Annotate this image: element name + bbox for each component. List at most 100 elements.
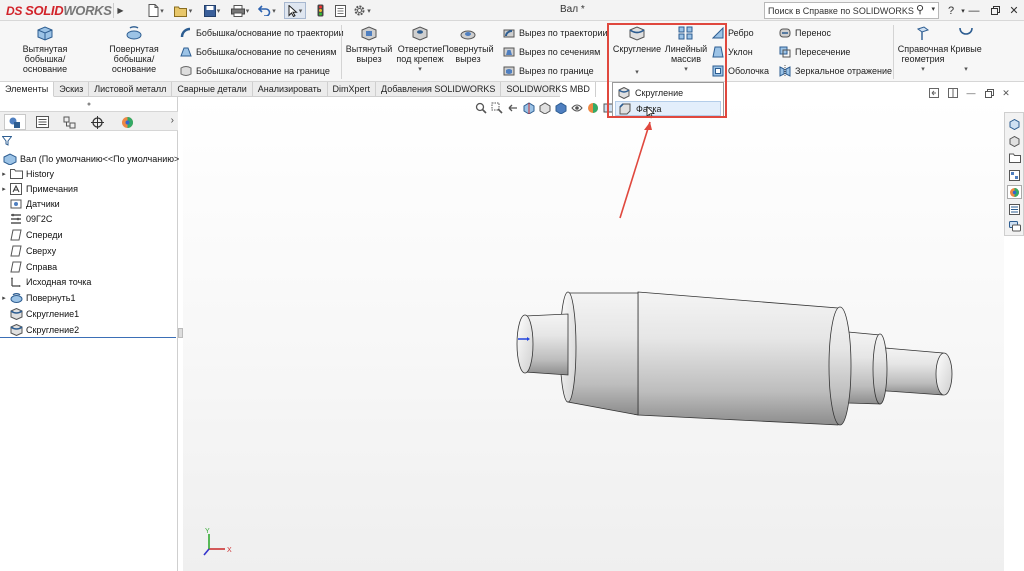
tree-filter[interactable] (2, 134, 176, 148)
tab-weldments[interactable]: Сварные детали (172, 82, 253, 97)
solidworks-logo[interactable]: DS SOLID WORKS (6, 2, 112, 19)
viewport-close-icon[interactable]: ✕ (1000, 87, 1012, 99)
tab-features[interactable]: Элементы (0, 82, 55, 97)
swept-cut-button[interactable]: Вырез по траектории (503, 27, 608, 39)
custom-properties-icon[interactable] (1007, 202, 1022, 216)
expand-arrow-icon[interactable]: ▸ (0, 170, 8, 178)
tree-item-history[interactable]: ▸ History (0, 166, 54, 181)
rollback-bar[interactable] (0, 337, 176, 338)
fillet-button[interactable]: Скругление ▾ (612, 24, 662, 78)
rebuild-traffic-light-icon[interactable] (314, 2, 326, 19)
tree-item-annotations[interactable]: ▸ Примечания (0, 181, 78, 196)
edit-appearance-icon[interactable] (586, 101, 599, 114)
viewport-restore-icon[interactable] (928, 87, 940, 99)
lofted-boss-button[interactable]: Бобышка/основание по сечениям (180, 46, 336, 58)
tab-solidworks-mbd[interactable]: SOLIDWORKS MBD (501, 82, 596, 97)
hole-wizard-chevron-icon[interactable]: ▾ (418, 65, 422, 75)
viewport-tile-icon[interactable] (947, 87, 959, 99)
tree-item-right-plane[interactable]: Справа (0, 259, 57, 274)
maximize-button[interactable] (987, 2, 1003, 19)
display-manager-tab-icon[interactable] (116, 114, 138, 130)
file-properties-icon[interactable] (332, 2, 348, 19)
open-document-button[interactable]: ▾ (172, 2, 194, 19)
filter-icon[interactable] (2, 136, 12, 146)
display-style-icon[interactable] (554, 101, 567, 114)
search-icon[interactable]: ⚲ (916, 3, 924, 16)
swept-boss-button[interactable]: Бобышка/основание по траектории (180, 27, 344, 39)
search-dropdown-chevron-icon[interactable]: ▾ (931, 5, 935, 13)
curves-button[interactable]: Кривые ▾ (948, 24, 984, 75)
tab-sheet-metal[interactable]: Листовой металл (89, 82, 173, 97)
lofted-cut-button[interactable]: Вырез по сечениям (503, 46, 600, 58)
panel-grip-icon[interactable]: ● (0, 97, 178, 111)
tree-item-sensors[interactable]: Датчики (0, 196, 60, 211)
boundary-boss-button[interactable]: Бобышка/основание на границе (180, 65, 330, 77)
tab-dimxpert[interactable]: DimXpert (328, 82, 377, 97)
reference-geometry-chevron-icon[interactable]: ▾ (921, 65, 925, 75)
section-view-icon[interactable] (522, 101, 535, 114)
view-palette-icon[interactable] (1007, 168, 1022, 182)
close-button[interactable]: ✕ (1006, 2, 1022, 19)
tree-item-fillet1[interactable]: Скругление1 (0, 306, 79, 321)
configuration-manager-tab-icon[interactable] (58, 114, 80, 130)
tree-item-material[interactable]: 09Г2С (0, 211, 52, 226)
tree-root-part[interactable]: Вал (По умолчанию<<По умолчанию> (2, 151, 179, 166)
tree-item-revolve1[interactable]: ▸ Повернуть1 (0, 290, 75, 305)
reference-geometry-button[interactable]: Справочная геометрия ▾ (896, 24, 950, 75)
zoom-to-fit-icon[interactable] (474, 101, 487, 114)
view-orientation-icon[interactable] (538, 101, 551, 114)
tree-item-top-plane[interactable]: Сверху (0, 243, 56, 258)
curves-chevron-icon[interactable]: ▾ (964, 65, 968, 75)
tree-item-front-plane[interactable]: Спереди (0, 227, 62, 242)
print-button[interactable]: ▾ (229, 2, 251, 19)
viewport-minimize-icon[interactable]: — (965, 87, 977, 99)
menu-item-fillet[interactable]: Скругление (615, 85, 721, 100)
file-explorer-icon[interactable] (1007, 151, 1022, 165)
fillet-chevron-icon[interactable]: ▾ (635, 68, 639, 78)
intersect-button[interactable]: Пересечение (779, 46, 850, 58)
expand-arrow-icon[interactable]: ▸ (0, 185, 8, 193)
shell-button[interactable]: Оболочка (712, 65, 769, 77)
menu-item-chamfer[interactable]: Фаска (615, 101, 721, 116)
property-manager-tab-icon[interactable] (31, 114, 53, 130)
hide-show-items-icon[interactable] (570, 101, 583, 114)
appearances-icon[interactable] (1007, 185, 1022, 199)
solidworks-forum-icon[interactable] (1007, 219, 1022, 233)
revolved-cut-button[interactable]: Повернутый вырез (442, 24, 494, 64)
options-gear-icon[interactable]: ▾ (351, 2, 373, 19)
rib-button[interactable]: Ребро (712, 27, 754, 39)
help-search-input[interactable]: Поиск в Справке по SOLIDWORKS ⚲ ▾ (764, 2, 939, 19)
tree-item-origin[interactable]: Исходная точка (0, 274, 91, 289)
minimize-button[interactable]: — (966, 2, 982, 19)
expand-arrow-icon[interactable]: ▸ (0, 294, 8, 302)
linear-pattern-chevron-icon[interactable]: ▾ (684, 65, 688, 75)
graphics-area[interactable]: X Y (183, 97, 1004, 571)
revolved-boss-button[interactable]: Повернутая бобышка/основание (92, 24, 176, 74)
undo-button[interactable]: ▾ (256, 2, 278, 19)
tab-sketch[interactable]: Эскиз (54, 82, 90, 97)
linear-pattern-button[interactable]: Линейный массив ▾ (664, 24, 708, 75)
previous-view-icon[interactable] (506, 101, 519, 114)
menu-expand-arrow-icon[interactable]: ▶ (113, 3, 127, 18)
shaft-model[interactable]: X Y (183, 97, 1004, 571)
design-library-icon[interactable] (1007, 134, 1022, 148)
hole-wizard-button[interactable]: Отверстие под крепеж ▾ (394, 24, 446, 75)
extruded-boss-button[interactable]: Вытянутая бобышка/основание (4, 24, 86, 74)
select-button[interactable]: ▾ (284, 2, 306, 19)
boundary-cut-button[interactable]: Вырез по границе (503, 65, 594, 77)
tab-evaluate[interactable]: Анализировать (253, 82, 328, 97)
draft-button[interactable]: Уклон (712, 46, 753, 58)
tab-solidworks-addins[interactable]: Добавления SOLIDWORKS (376, 82, 502, 97)
new-document-button[interactable]: ▾ (146, 2, 166, 19)
dimxpert-manager-tab-icon[interactable] (86, 114, 108, 130)
mirror-button[interactable]: Зеркальное отражение (779, 65, 892, 77)
solidworks-resources-icon[interactable] (1007, 117, 1022, 131)
feature-manager-tree-tab-icon[interactable] (4, 114, 26, 130)
panel-tabs-arrow-icon[interactable]: › (171, 115, 174, 126)
tree-item-fillet2[interactable]: Скругление2 (0, 322, 79, 337)
extruded-cut-button[interactable]: Вытянутый вырез (344, 24, 394, 64)
wrap-button[interactable]: Перенос (779, 27, 831, 39)
zoom-to-area-icon[interactable] (490, 101, 503, 114)
save-button[interactable]: ▾ (201, 2, 223, 19)
viewport-maximize-icon[interactable] (983, 87, 995, 99)
